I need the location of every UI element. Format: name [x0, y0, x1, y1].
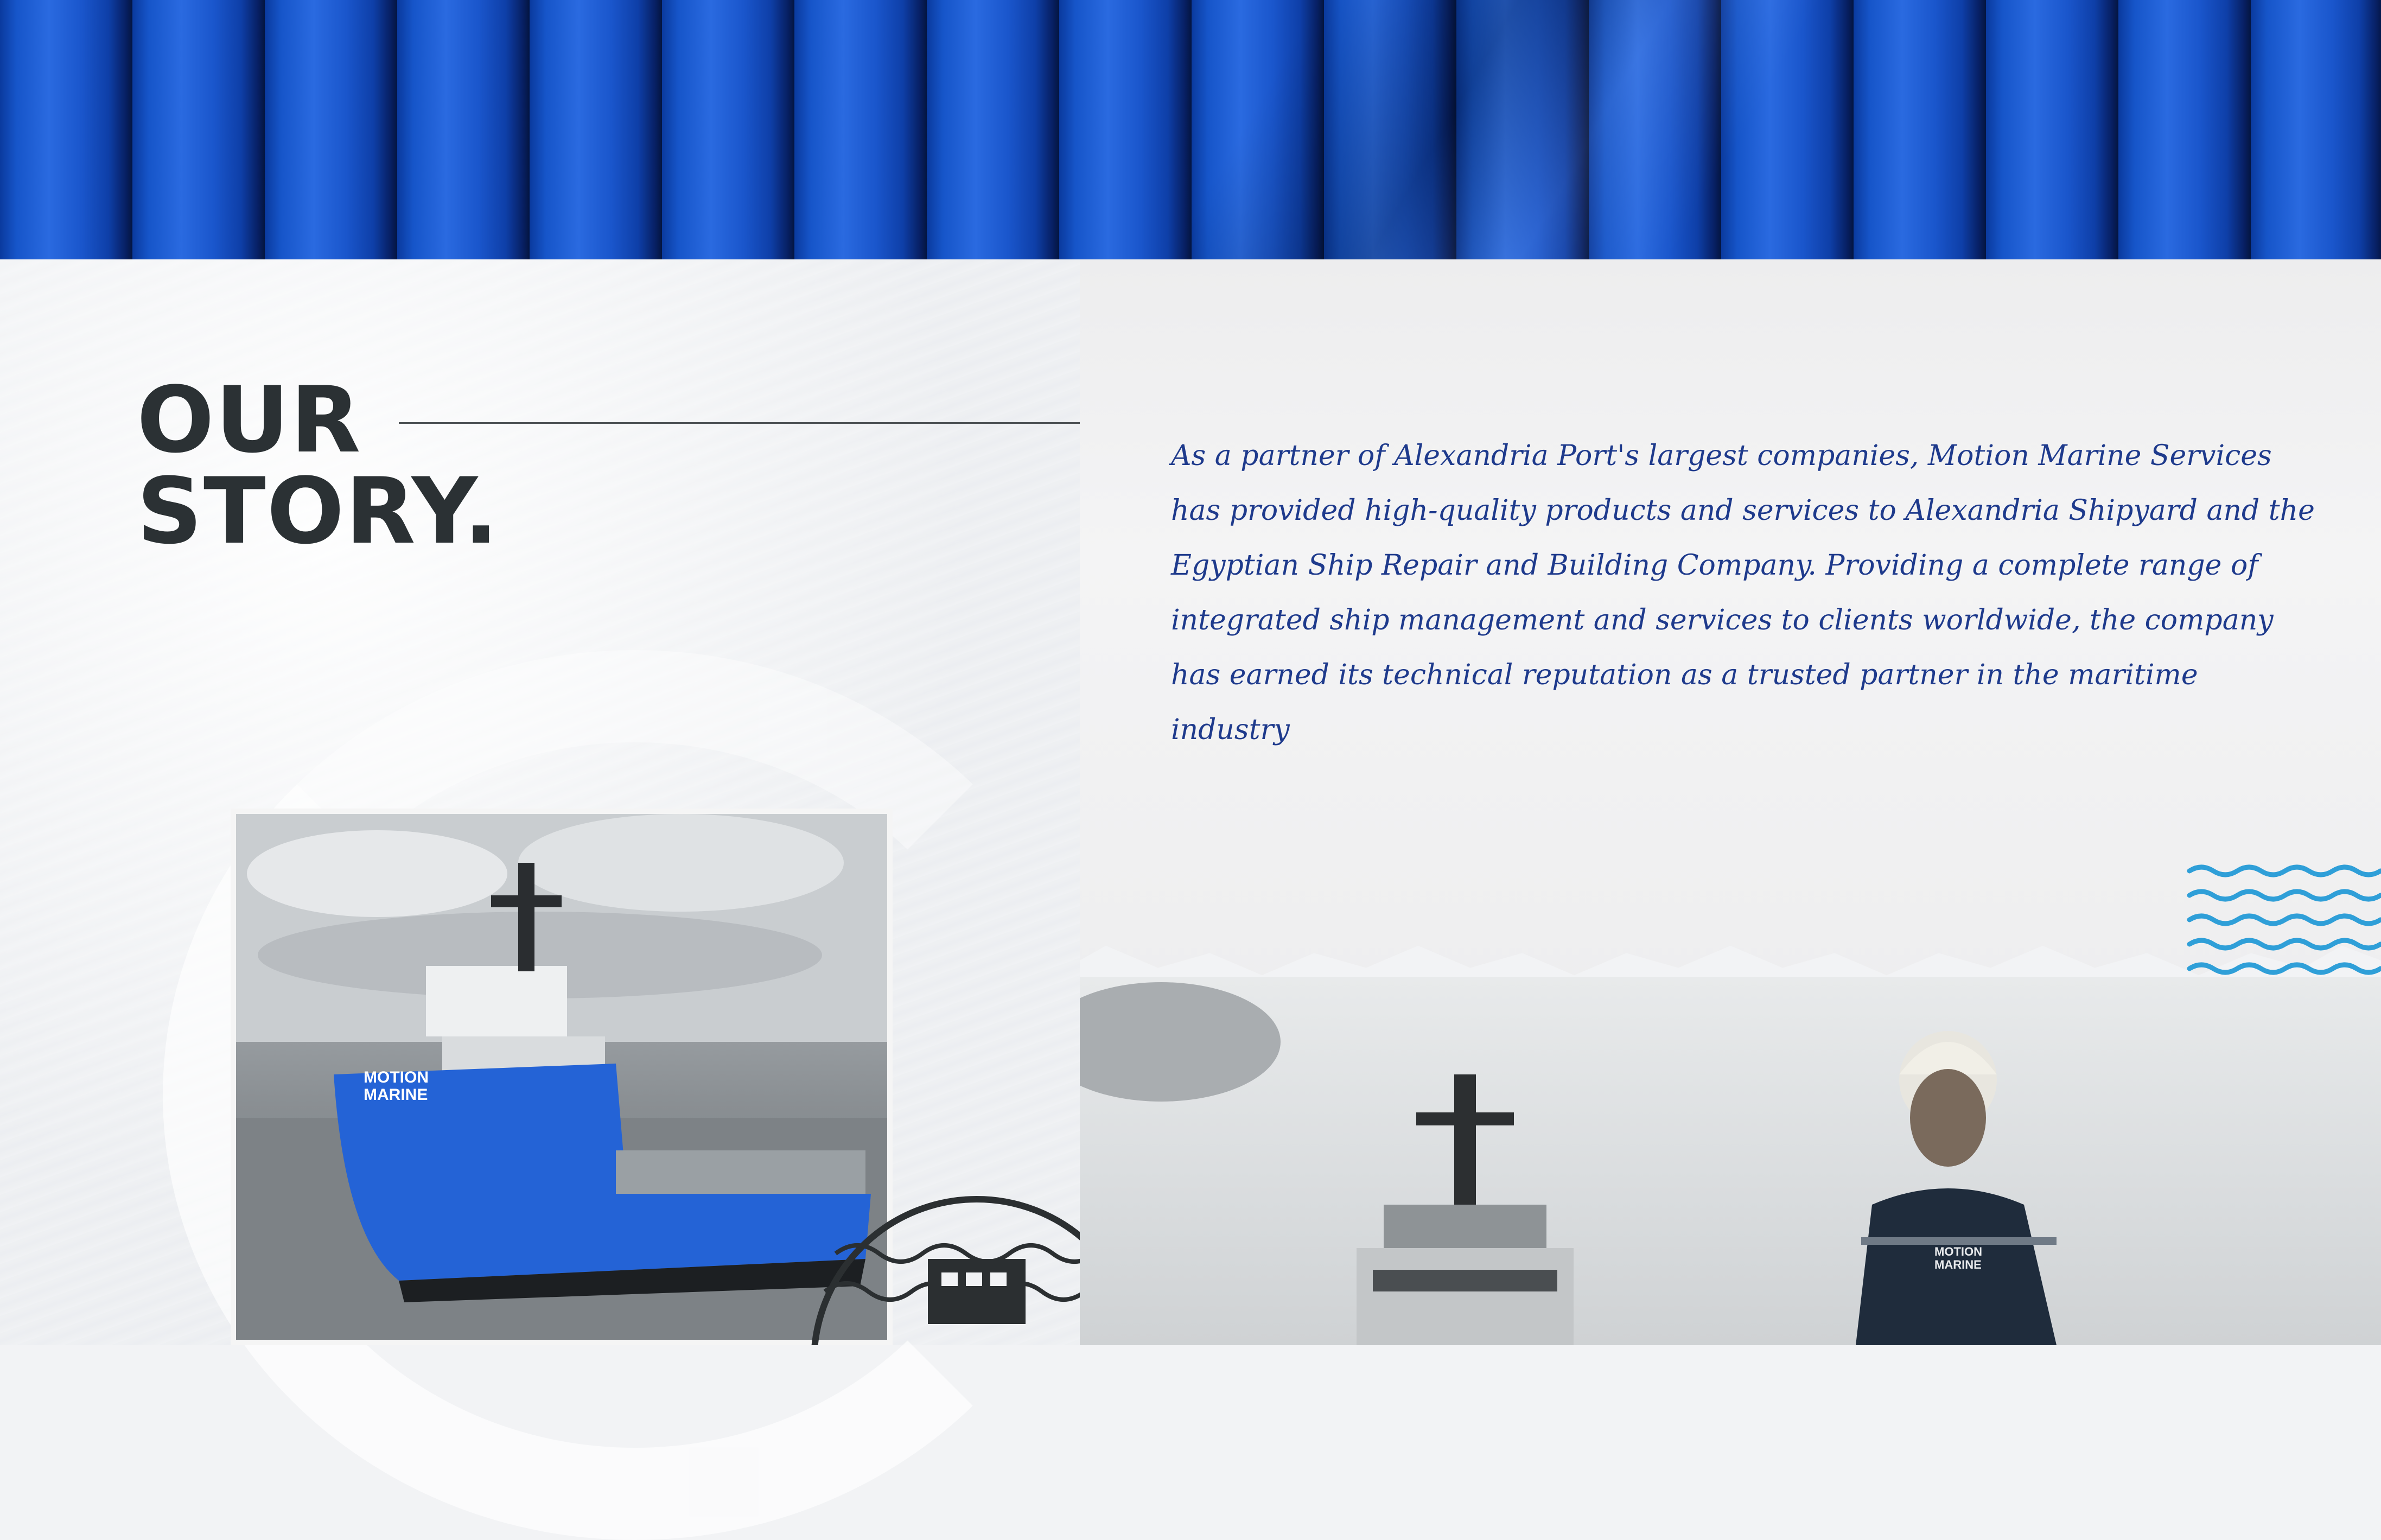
title-divider	[399, 422, 1080, 424]
crew-and-vessel-photo: MOTION MARINE	[1080, 977, 2381, 1345]
title-line-1: OUR	[137, 367, 362, 473]
corrugated-container-banner	[0, 0, 2381, 259]
page-title: OUR STORY.	[137, 374, 499, 557]
story-paragraph: As a partner of Alexandria Port's larges…	[1171, 440, 2315, 746]
title-line-2: STORY.	[137, 458, 500, 564]
hull-logo: MOTION MARINE	[364, 1068, 429, 1104]
waves-icon	[2187, 864, 2381, 975]
uniform-logo: MOTION MARINE	[1934, 1245, 1982, 1271]
